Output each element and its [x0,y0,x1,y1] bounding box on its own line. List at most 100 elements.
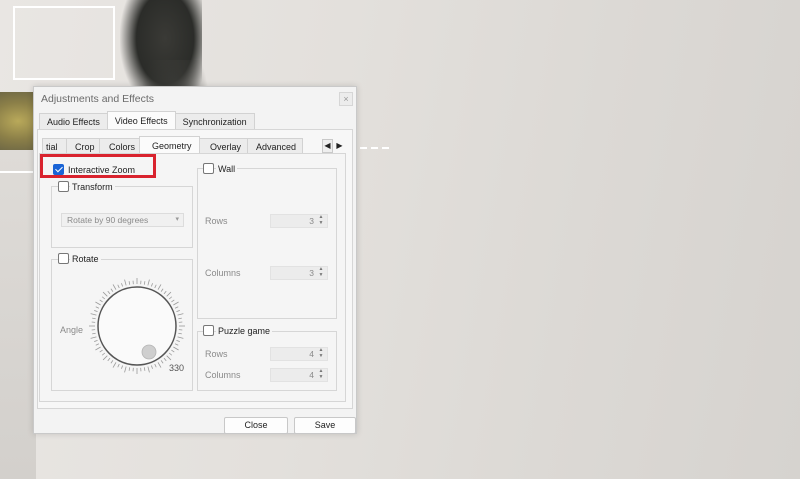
dial-tick [112,362,117,368]
dial-tick [99,349,103,353]
dial-tick [174,343,179,346]
dial-tick [95,306,100,309]
wall-rows-value: 3 [309,216,314,226]
dial-tick [147,366,150,373]
puzzle-columns-value: 4 [309,370,314,380]
transform-select-value: Rotate by 90 degrees [67,215,149,225]
dial-tick [157,284,162,290]
close-icon[interactable]: × [339,92,353,106]
spin-arrows-icon[interactable]: ▲ ▼ [317,347,325,359]
title-bar: Adjustments and Effects × [34,87,356,111]
puzzle-rows-value: 4 [309,349,314,359]
dial-tick [143,367,146,371]
dial-tick [143,281,146,285]
dial-tick [95,343,100,346]
wall-columns-spinbox[interactable]: 3 ▲ ▼ [270,266,328,280]
puzzle-rows-spinbox[interactable]: 4 ▲ ▼ [270,347,328,361]
close-button[interactable]: Close [224,417,288,434]
dial-tick [107,290,111,295]
dial-tick [117,363,120,368]
dial-tick [90,313,97,316]
puzzle-columns-label: Columns [205,370,241,380]
dial-tick [128,367,131,371]
puzzle-label: Puzzle game [216,326,273,336]
zoom-preview-box[interactable] [13,6,115,80]
dial-tick [157,362,162,368]
wall-checkbox[interactable] [203,163,214,174]
puzzle-group [197,331,337,391]
spin-arrows-icon[interactable]: ▲ ▼ [317,214,325,226]
zoom-dash [371,147,378,149]
dial-tick [168,352,173,356]
dial-tick [173,346,179,351]
dial-tick [107,357,111,362]
puzzle-checkbox[interactable] [203,325,214,336]
dial-tick [101,296,106,300]
dial-tick [163,290,167,295]
save-button[interactable]: Save [294,417,356,434]
spin-arrows-icon[interactable]: ▲ ▼ [317,368,325,380]
dial-tick [163,357,167,362]
transform-select[interactable]: Rotate by 90 degrees ▾ [61,213,184,227]
dial-tick [128,281,131,285]
dial-tick [99,299,103,303]
dial-tick [177,336,184,339]
dial-tick [102,291,108,297]
dial-tick [102,355,108,361]
dial-tick [150,283,153,287]
dial-tick [117,284,120,289]
dial-tick [178,332,182,335]
tab-scroll-right-icon[interactable]: ▶ [334,139,345,153]
wall-rows-label: Rows [205,216,228,226]
dial-tick [101,352,106,356]
adjustments-dialog: Adjustments and Effects × Audio Effects … [33,86,357,434]
dial-tick [121,365,124,369]
dial-tick [176,310,180,313]
dial-tick [160,288,164,292]
tab-synchronization[interactable]: Synchronization [174,113,255,130]
rotate-dial[interactable] [86,275,188,377]
wall-rows-spinbox[interactable]: 3 ▲ ▼ [270,214,328,228]
wall-columns-value: 3 [309,268,314,278]
dial-knob [141,344,157,360]
dial-tick [121,283,124,287]
dial-tick [173,301,179,306]
dial-tick [150,365,153,369]
dial-tick [174,306,179,309]
tab-video-effects[interactable]: Video Effects [106,111,176,130]
dial-tick [171,299,175,303]
ground-area [0,150,36,479]
dial-tick [94,339,98,342]
dial-tick [124,279,127,286]
main-tab-bar: Audio Effects Video Effects Synchronizat… [39,111,255,130]
dial-tick [112,284,117,290]
dial-tick [110,288,114,292]
spin-arrows-icon[interactable]: ▲ ▼ [317,266,325,278]
dial-tick [176,339,180,342]
dial-tick [171,349,175,353]
angle-label: Angle [60,325,84,335]
transform-label: Transform [70,182,115,192]
transform-checkbox[interactable] [58,181,69,192]
dial-tick [95,301,101,306]
dialog-title: Adjustments and Effects [41,93,155,105]
rotate-label: Rotate [70,254,101,264]
dial-tick [177,313,184,316]
dial-tick [178,317,182,320]
zoom-guide-line [0,171,34,173]
dial-tick [95,346,101,351]
dial-tick [124,366,127,373]
dial-tick [92,317,96,320]
dial-tick [110,360,114,364]
wall-columns-label: Columns [205,268,241,278]
puzzle-columns-spinbox[interactable]: 4 ▲ ▼ [270,368,328,382]
chevron-down-icon: ▾ [175,216,179,223]
tab-scroll-left-icon[interactable]: ◀ [322,139,333,153]
tab-audio-effects[interactable]: Audio Effects [39,113,108,130]
dial-tick [154,284,157,289]
highlight-box [40,154,156,178]
wall-group [197,168,337,319]
rotate-checkbox[interactable] [58,253,69,264]
dial-tick [160,360,164,364]
zoom-dash [382,147,389,149]
